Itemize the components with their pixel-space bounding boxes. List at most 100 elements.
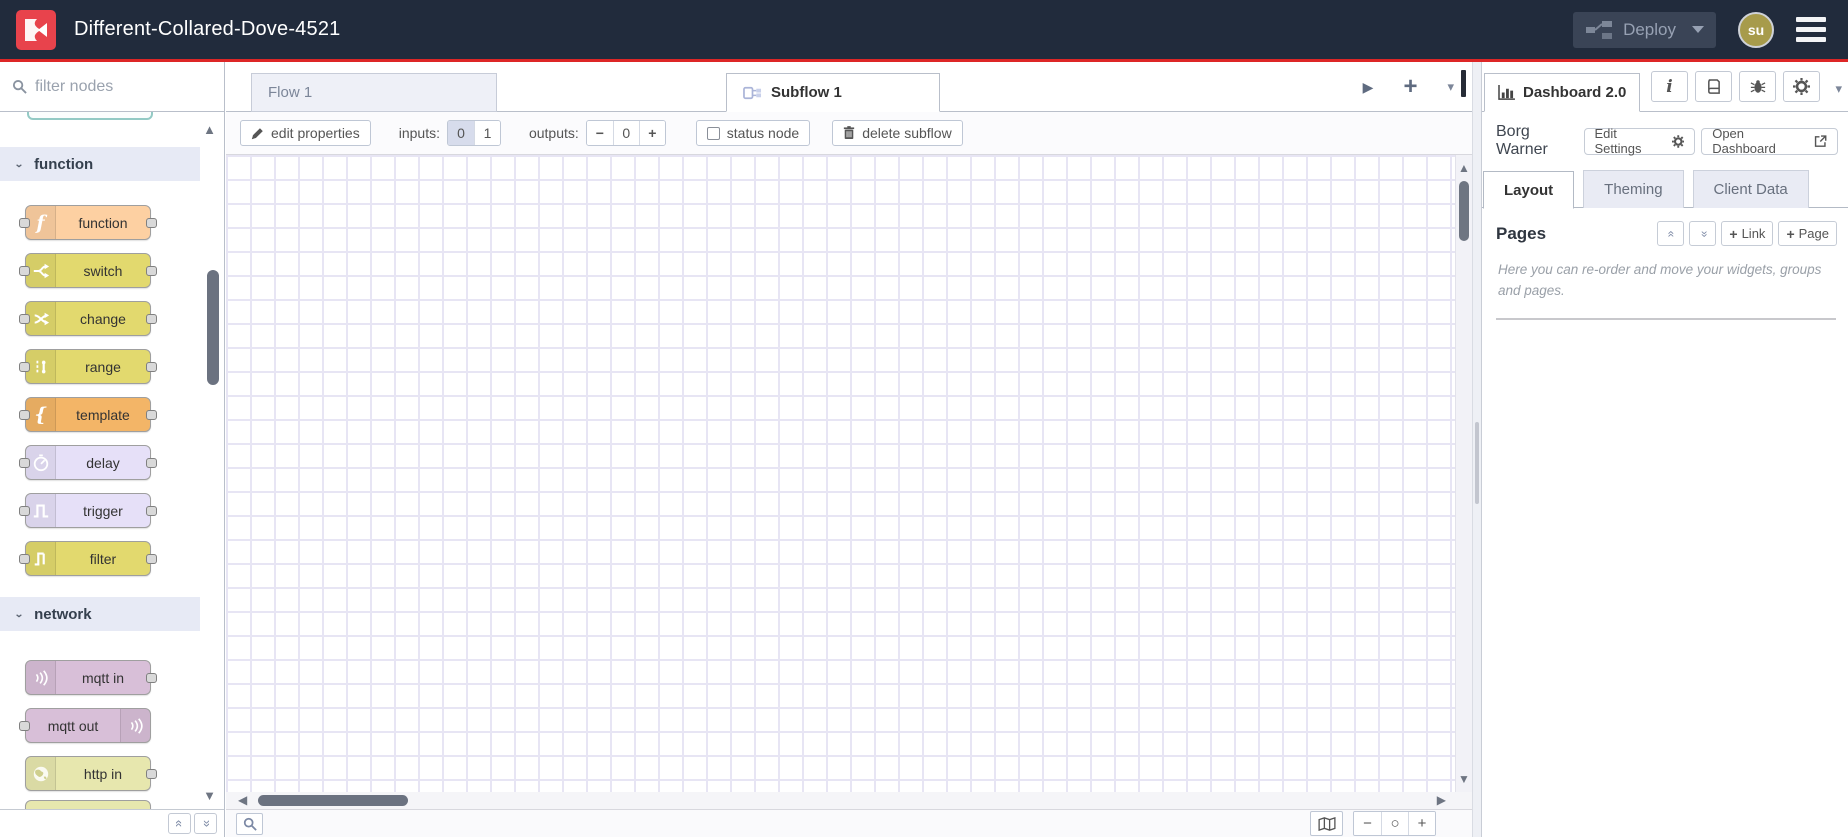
tab-dashboard-2[interactable]: Dashboard 2.0	[1484, 73, 1641, 112]
deploy-label: Deploy	[1623, 19, 1676, 39]
zoom-reset-button[interactable]: ○	[1381, 812, 1408, 835]
node-input-port	[19, 362, 30, 372]
search-flows-button[interactable]	[236, 812, 263, 835]
palette-search-box[interactable]	[0, 62, 224, 112]
horizontal-scrollbar-thumb[interactable]	[258, 795, 408, 806]
flow-list-caret[interactable]: ▾	[1447, 79, 1454, 95]
outputs-increase-button[interactable]: +	[638, 121, 665, 145]
canvas-vertical-scrollbar[interactable]: ▲ ▼	[1455, 155, 1472, 792]
vertical-scrollbar-thumb[interactable]	[1459, 181, 1469, 241]
edit-properties-button[interactable]: edit properties	[240, 120, 371, 146]
partially-scrolled-node[interactable]	[27, 112, 153, 120]
status-node-checkbox[interactable]	[706, 126, 720, 140]
delay-icon	[33, 453, 48, 471]
expand-all-categories-button[interactable]: «	[194, 813, 217, 834]
tab-theming[interactable]: Theming	[1583, 170, 1684, 208]
canvas-horizontal-scrollbar[interactable]: ◀ ▶	[226, 792, 1472, 809]
open-dashboard-button[interactable]: Open Dashboard	[1701, 126, 1838, 156]
map-icon	[1317, 816, 1336, 831]
zoom-out-button[interactable]: −	[1354, 812, 1381, 835]
node-output-port	[146, 769, 157, 779]
deploy-options-caret[interactable]	[1692, 26, 1704, 33]
range-icon	[36, 360, 45, 373]
config-nodes-button[interactable]	[1783, 71, 1820, 102]
palette-section-network[interactable]: ⌄ network	[0, 597, 200, 631]
node-output-port	[146, 266, 157, 276]
inputs-option-0[interactable]: 0	[447, 121, 474, 145]
expand-all-pages-button[interactable]: «	[1689, 221, 1717, 246]
function-icon: f	[36, 211, 45, 234]
sidebar-header: Dashboard 2.0 i ▾	[1482, 62, 1848, 112]
add-link-button[interactable]: + Link	[1721, 221, 1774, 246]
palette-node-switch[interactable]: switch	[19, 253, 157, 288]
switch-icon	[33, 263, 49, 278]
node-input-port	[19, 554, 30, 564]
add-flow-button[interactable]: +	[1403, 75, 1417, 99]
zoom-in-button[interactable]: +	[1408, 812, 1435, 835]
node-output-port	[146, 314, 157, 324]
scroll-up-icon[interactable]: ▲	[1458, 161, 1470, 175]
add-page-button[interactable]: + Page	[1778, 221, 1837, 246]
palette-node-mqtt-in[interactable]: mqtt in	[25, 660, 157, 695]
palette-section-function[interactable]: ⌄ function	[0, 147, 200, 181]
subflow-toolbar: edit properties inputs: 0 1 outputs: − 0…	[226, 112, 1472, 155]
scroll-right-icon[interactable]: ▶	[1437, 793, 1446, 807]
search-icon	[12, 79, 27, 94]
edit-settings-button[interactable]: Edit Settings	[1583, 126, 1696, 156]
palette-node-mqtt-out[interactable]: mqtt out	[19, 708, 151, 743]
node-input-port	[19, 410, 30, 420]
collapse-all-categories-button[interactable]: «	[168, 813, 191, 834]
inputs-option-1[interactable]: 1	[473, 121, 500, 145]
right-sidebar: Dashboard 2.0 i ▾ Borg Warner Edit Setti…	[1482, 62, 1848, 837]
palette-node-trigger[interactable]: trigger	[19, 493, 157, 528]
palette-scroll-down-icon[interactable]: ▼	[203, 788, 216, 803]
resize-grip[interactable]	[1475, 422, 1479, 504]
external-link-icon	[1815, 134, 1827, 147]
palette-node-filter[interactable]: filter	[19, 541, 157, 576]
tab-flow-1[interactable]: Flow 1	[251, 73, 497, 112]
sidebar-options-caret[interactable]: ▾	[1835, 81, 1842, 97]
flow-canvas[interactable]: ▲ ▼	[226, 155, 1472, 792]
palette-scroll-area[interactable]: ▲ ⌄ function f function switch change ra…	[0, 112, 224, 809]
inputs-label: inputs:	[398, 125, 440, 141]
palette-node-template[interactable]: { template	[19, 397, 157, 432]
navigator-toggle-button[interactable]	[1310, 811, 1343, 836]
main-menu-icon[interactable]	[1796, 17, 1826, 42]
palette-scroll-up-icon[interactable]: ▲	[203, 122, 216, 137]
outputs-decrease-button[interactable]: −	[586, 121, 613, 145]
bug-icon	[1750, 80, 1765, 93]
filter-icon	[34, 552, 45, 565]
scroll-tabs-right-icon[interactable]: ▶	[1363, 79, 1374, 96]
pages-header: Pages « « + Link + Page	[1482, 208, 1848, 256]
palette-node-change[interactable]: change	[19, 301, 157, 336]
dashboard-tabs: Layout Theming Client Data	[1482, 170, 1848, 209]
debug-sidebar-button[interactable]	[1739, 71, 1776, 102]
node-output-port	[146, 362, 157, 372]
info-sidebar-button[interactable]: i	[1651, 71, 1688, 102]
palette-node-partial[interactable]	[25, 800, 151, 809]
outputs-stepper: − 0 +	[585, 120, 666, 146]
palette-node-function[interactable]: f function	[19, 205, 157, 240]
scroll-down-icon[interactable]: ▼	[1458, 772, 1470, 786]
user-avatar[interactable]: su	[1738, 11, 1774, 48]
trash-icon	[844, 126, 855, 139]
scroll-left-icon[interactable]: ◀	[238, 793, 247, 807]
sidebar-resize-handle[interactable]	[1472, 62, 1482, 837]
text-cursor	[1461, 70, 1466, 97]
flowfuse-logo-icon[interactable]	[16, 9, 56, 50]
palette-node-range[interactable]: range	[19, 349, 157, 384]
palette-scrollbar-thumb[interactable]	[207, 270, 219, 385]
filter-nodes-input[interactable]	[35, 77, 185, 96]
deploy-button[interactable]: Deploy	[1573, 11, 1716, 48]
tab-layout[interactable]: Layout	[1483, 171, 1575, 209]
help-sidebar-button[interactable]	[1695, 71, 1732, 102]
tab-subflow-1[interactable]: Subflow 1	[726, 73, 940, 112]
delete-subflow-button[interactable]: delete subflow	[832, 120, 963, 146]
divider	[1496, 317, 1836, 320]
tab-client-data[interactable]: Client Data	[1692, 170, 1809, 208]
status-node-toggle[interactable]: status node	[695, 120, 811, 146]
search-icon	[243, 817, 257, 831]
palette-node-http-in[interactable]: http in	[25, 756, 157, 791]
collapse-all-pages-button[interactable]: «	[1657, 221, 1685, 246]
palette-node-delay[interactable]: delay	[19, 445, 157, 480]
